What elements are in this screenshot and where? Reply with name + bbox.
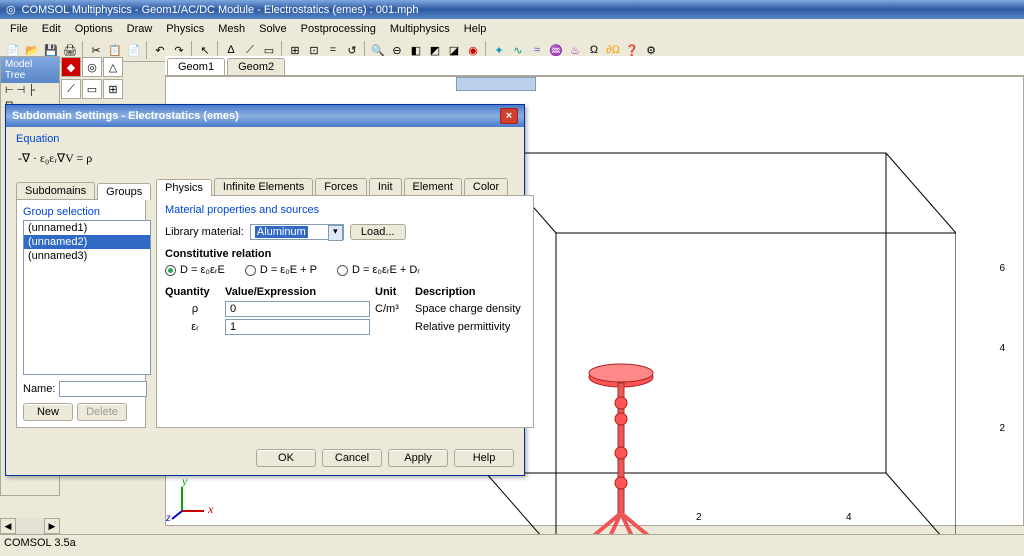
scroll-left-icon[interactable]: ◀ bbox=[0, 518, 16, 534]
row2-value-input[interactable] bbox=[225, 319, 370, 335]
axis-y: y bbox=[182, 474, 187, 489]
chevron-down-icon[interactable]: ▾ bbox=[328, 225, 343, 241]
ok-button[interactable]: OK bbox=[256, 449, 316, 467]
menu-edit[interactable]: Edit bbox=[36, 21, 67, 37]
radio-1[interactable]: D = ε₀εᵣE bbox=[165, 264, 225, 276]
tab-init[interactable]: Init bbox=[369, 178, 402, 195]
menu-mesh[interactable]: Mesh bbox=[212, 21, 251, 37]
name-input[interactable] bbox=[59, 381, 147, 397]
lib-material-label: Library material: bbox=[165, 226, 244, 238]
row2-q: εᵣ bbox=[165, 321, 225, 333]
hdr-desc: Description bbox=[415, 286, 525, 298]
side-tool-4[interactable]: ⟋ bbox=[61, 79, 81, 99]
group-item-3[interactable]: (unnamed3) bbox=[24, 249, 150, 263]
status-bar: COMSOL 3.5a bbox=[0, 534, 1024, 556]
tab-geom2[interactable]: Geom2 bbox=[227, 58, 285, 75]
lib-material-select[interactable]: Aluminum ▾ bbox=[250, 224, 344, 240]
axis-x: x bbox=[208, 502, 213, 517]
tab-forces[interactable]: Forces bbox=[315, 178, 367, 195]
tick-4: 4 bbox=[999, 343, 1005, 354]
radio-2[interactable]: D = ε₀E + P bbox=[245, 264, 317, 276]
tick-2: 2 bbox=[999, 423, 1005, 434]
mat-sources-label: Material properties and sources bbox=[165, 204, 525, 216]
side-tool-1[interactable]: ◆ bbox=[61, 57, 81, 77]
equation-text: -∇ · ε₀εᵣ∇V = ρ bbox=[18, 151, 512, 166]
app-title: COMSOL Multiphysics - Geom1/AC/DC Module… bbox=[22, 4, 419, 16]
tab-element[interactable]: Element bbox=[404, 178, 462, 195]
group-list[interactable]: (unnamed1) (unnamed2) (unnamed3) bbox=[23, 220, 151, 375]
tab-infinite[interactable]: Infinite Elements bbox=[214, 178, 313, 195]
tab-physics[interactable]: Physics bbox=[156, 179, 212, 196]
physics-tabs: Physics Infinite Elements Forces Init El… bbox=[156, 178, 534, 196]
row1-desc: Space charge density bbox=[415, 303, 525, 315]
scroll-right-icon[interactable]: ▶ bbox=[44, 518, 60, 534]
side-tool-5[interactable]: ▭ bbox=[82, 79, 102, 99]
dialog-titlebar[interactable]: Subdomain Settings - Electrostatics (eme… bbox=[6, 105, 524, 127]
side-tool-2[interactable]: ◎ bbox=[82, 57, 102, 77]
menu-solve[interactable]: Solve bbox=[253, 21, 293, 37]
tick-6: 6 bbox=[999, 263, 1005, 274]
row2-desc: Relative permittivity bbox=[415, 321, 525, 333]
dialog-title-text: Subdomain Settings - Electrostatics (eme… bbox=[12, 110, 239, 122]
menu-file[interactable]: File bbox=[4, 21, 34, 37]
tree-toolbar[interactable]: ⊢ ⊣ ├ bbox=[1, 83, 59, 98]
tick-4b: 4 bbox=[846, 512, 852, 523]
model-tree-header: Model Tree bbox=[1, 57, 59, 83]
menu-multiphysics[interactable]: Multiphysics bbox=[384, 21, 456, 37]
radio-3[interactable]: D = ε₀εᵣE + Dᵣ bbox=[337, 264, 420, 276]
menu-help[interactable]: Help bbox=[458, 21, 493, 37]
group-item-1[interactable]: (unnamed1) bbox=[24, 221, 150, 235]
tab-color[interactable]: Color bbox=[464, 178, 508, 195]
new-button[interactable]: New bbox=[23, 403, 73, 421]
delete-button: Delete bbox=[77, 403, 127, 421]
side-tool-3[interactable]: △ bbox=[103, 57, 123, 77]
row1-q: ρ bbox=[165, 303, 225, 315]
cancel-button[interactable]: Cancel bbox=[322, 449, 382, 467]
close-icon[interactable]: × bbox=[500, 108, 518, 124]
hdr-quantity: Quantity bbox=[165, 286, 225, 298]
row1-value-input[interactable] bbox=[225, 301, 370, 317]
tree-scroll[interactable]: ◀ ▶ bbox=[0, 518, 60, 534]
group-item-2[interactable]: (unnamed2) bbox=[24, 235, 150, 249]
menu-bar: File Edit Options Draw Physics Mesh Solv… bbox=[0, 19, 1024, 39]
subdomain-settings-dialog: Subdomain Settings - Electrostatics (eme… bbox=[5, 104, 525, 476]
menu-options[interactable]: Options bbox=[69, 21, 119, 37]
hdr-value: Value/Expression bbox=[225, 286, 375, 298]
side-tool-6[interactable]: ⊞ bbox=[103, 79, 123, 99]
tick-2b: 2 bbox=[696, 512, 702, 523]
tab-geom1[interactable]: Geom1 bbox=[167, 58, 225, 75]
group-selection-label: Group selection bbox=[23, 206, 139, 218]
model-3d bbox=[576, 363, 666, 553]
tab-subdomains[interactable]: Subdomains bbox=[16, 182, 95, 199]
menu-physics[interactable]: Physics bbox=[160, 21, 210, 37]
left-tabs: Subdomains Groups bbox=[16, 182, 146, 200]
row1-unit: C/m³ bbox=[375, 303, 415, 315]
const-rel-label: Constitutive relation bbox=[165, 248, 525, 260]
app-window-titlebar: ◎ COMSOL Multiphysics - Geom1/AC/DC Modu… bbox=[0, 0, 1024, 19]
axis-z: z bbox=[166, 510, 171, 525]
menu-draw[interactable]: Draw bbox=[121, 21, 159, 37]
hdr-unit: Unit bbox=[375, 286, 415, 298]
side-toolbar: ◆ ◎ △ ⟋ ▭ ⊞ bbox=[60, 56, 165, 100]
apply-button[interactable]: Apply bbox=[388, 449, 448, 467]
load-button[interactable]: Load... bbox=[350, 224, 406, 240]
help-button[interactable]: Help bbox=[454, 449, 514, 467]
geom-tabs: Geom1 Geom2 bbox=[165, 56, 1024, 76]
menu-post[interactable]: Postprocessing bbox=[295, 21, 382, 37]
tab-groups[interactable]: Groups bbox=[97, 183, 151, 200]
comsol-icon: ◎ bbox=[6, 3, 16, 16]
axis-tripod bbox=[170, 481, 210, 521]
name-label: Name: bbox=[23, 383, 55, 395]
h-scroll-thumb[interactable] bbox=[456, 77, 536, 91]
equation-label: Equation bbox=[16, 133, 514, 145]
status-version: COMSOL 3.5a bbox=[4, 537, 76, 549]
